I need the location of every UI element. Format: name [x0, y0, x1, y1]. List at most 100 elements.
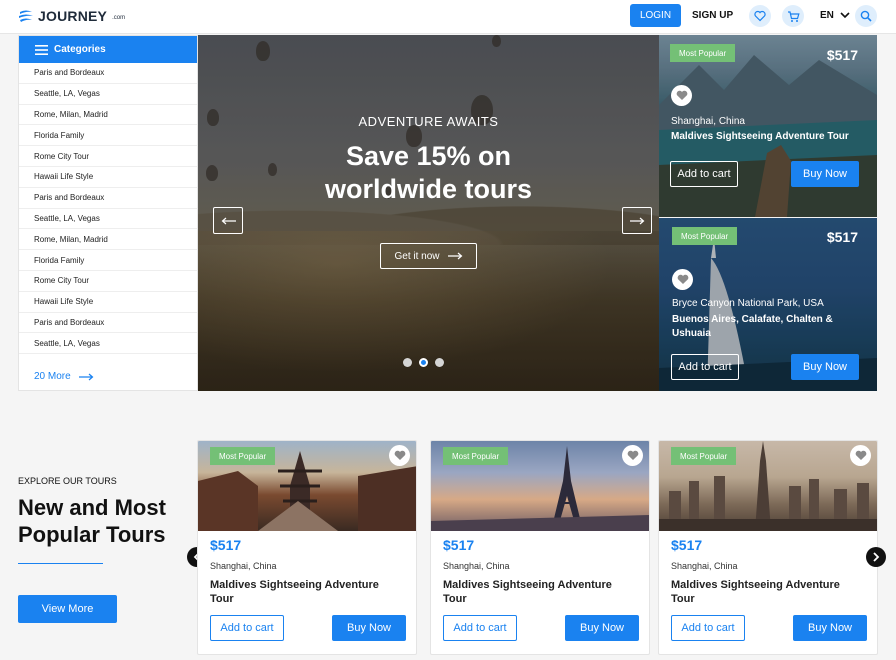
search-icon [860, 10, 872, 22]
add-to-cart-button[interactable]: Add to cart [671, 354, 739, 380]
most-popular-badge: Most Popular [443, 447, 509, 465]
arrow-right-icon [78, 373, 94, 380]
hero-title: Save 15% on worldwide tours [198, 140, 659, 206]
tour-card: Most Popular $517 Shanghai, China Maldiv… [430, 440, 650, 655]
favorite-button[interactable] [850, 445, 871, 466]
chevron-down-icon [840, 12, 850, 19]
hero-title-line2: worldwide tours [324, 174, 532, 204]
get-it-now-button[interactable]: Get it now [380, 243, 477, 269]
categories-sidebar: Categories Paris and Bordeaux Seattle, L… [18, 35, 198, 391]
add-to-cart-button[interactable]: Add to cart [210, 615, 284, 641]
favorite-button[interactable] [622, 445, 643, 466]
category-list: Paris and Bordeaux Seattle, LA, Vegas Ro… [19, 63, 197, 355]
promo-price: $517 [826, 229, 858, 245]
promo-card: Most Popular $517 Shanghai, China Maldiv… [659, 35, 877, 217]
logo[interactable]: JOURNEY .com [18, 6, 125, 26]
carousel-next-button[interactable] [866, 547, 886, 567]
category-item[interactable]: Florida Family [19, 250, 197, 271]
promo-tour-name: Maldives Sightseeing Adventure Tour [671, 131, 849, 142]
hero-kicker: ADVENTURE AWAITS [358, 114, 499, 129]
category-item[interactable]: Rome, Milan, Madrid [19, 105, 197, 126]
category-item[interactable]: Seattle, LA, Vegas [19, 333, 197, 355]
categories-title: Categories [54, 44, 106, 55]
heart-icon [676, 90, 687, 100]
most-popular-badge: Most Popular [672, 227, 738, 245]
tour-card: Most Popular $517 Shanghai, China Maldiv… [197, 440, 417, 655]
most-popular-badge: Most Popular [210, 447, 276, 465]
add-to-cart-button[interactable]: Add to cart [671, 615, 745, 641]
heart-icon [394, 450, 405, 460]
signup-link[interactable]: SIGN UP [692, 10, 733, 21]
add-to-cart-button[interactable]: Add to cart [443, 615, 517, 641]
language-label: EN [820, 10, 834, 21]
hero-banner: ADVENTURE AWAITS Save 15% on worldwide t… [198, 35, 659, 391]
buy-now-button[interactable]: Buy Now [332, 615, 406, 641]
hero-title-line1: Save 15% on [345, 141, 512, 171]
favorite-button[interactable] [672, 269, 693, 290]
slide-dot[interactable] [435, 358, 444, 367]
tour-card: Most Popular $517 Shanghai, China Maldiv… [658, 440, 878, 655]
heart-icon [627, 450, 638, 460]
chevron-right-icon [873, 552, 880, 562]
explore-title: New and Most Popular Tours [18, 495, 166, 547]
buy-now-button[interactable]: Buy Now [791, 161, 859, 187]
promo-card: Most Popular $517 Bryce Canyon National … [659, 218, 877, 391]
tour-price: $517 [443, 537, 475, 553]
slide-dot-active[interactable] [419, 358, 428, 367]
more-categories-label: 20 More [34, 371, 71, 382]
logo-text: JOURNEY [38, 8, 108, 24]
tour-price: $517 [671, 537, 703, 553]
heart-icon [677, 274, 688, 284]
most-popular-badge: Most Popular [670, 44, 736, 62]
buy-now-button[interactable]: Buy Now [791, 354, 859, 380]
view-more-button[interactable]: View More [18, 595, 117, 623]
promo-location: Shanghai, China [671, 116, 745, 127]
top-header: JOURNEY .com LOGIN SIGN UP EN [0, 0, 896, 34]
slide-dot[interactable] [403, 358, 412, 367]
promo-price: $517 [826, 47, 858, 63]
category-item[interactable]: Hawaii Life Style [19, 167, 197, 188]
heart-icon [754, 10, 766, 22]
buy-now-button[interactable]: Buy Now [793, 615, 867, 641]
arrow-right-icon [447, 252, 462, 260]
logo-suffix: .com [112, 14, 126, 21]
hero-prev-button[interactable] [213, 207, 243, 234]
search-button[interactable] [855, 5, 877, 27]
tour-name: Maldives Sightseeing Adventure Tour [671, 579, 840, 605]
get-it-now-label: Get it now [394, 250, 440, 262]
category-item[interactable]: Seattle, LA, Vegas [19, 209, 197, 230]
category-item[interactable]: Florida Family [19, 125, 197, 147]
tour-name: Maldives Sightseeing Adventure Tour [443, 579, 612, 605]
login-button[interactable]: LOGIN [630, 4, 681, 27]
hero-next-button[interactable] [622, 207, 652, 234]
tour-name: Maldives Sightseeing Adventure Tour [210, 579, 379, 605]
wishlist-button[interactable] [749, 5, 771, 27]
favorite-button[interactable] [389, 445, 410, 466]
category-item[interactable]: Rome City Tour [19, 271, 197, 292]
cart-icon [787, 10, 800, 22]
arrow-right-icon [629, 217, 644, 224]
more-categories-link[interactable]: 20 More [34, 371, 94, 382]
cart-button[interactable] [782, 5, 804, 27]
category-item[interactable]: Paris and Bordeaux [19, 313, 197, 334]
category-item[interactable]: Paris and Bordeaux [19, 188, 197, 209]
category-item[interactable]: Hawaii Life Style [19, 292, 197, 313]
language-selector[interactable]: EN [820, 10, 850, 21]
explore-kicker: EXPLORE OUR TOURS [18, 476, 117, 486]
category-item[interactable]: Paris and Bordeaux [19, 63, 197, 84]
add-to-cart-button[interactable]: Add to cart [670, 161, 738, 187]
buy-now-button[interactable]: Buy Now [565, 615, 639, 641]
hero-pagination [403, 358, 444, 367]
arrow-left-icon [221, 217, 236, 224]
favorite-button[interactable] [671, 85, 692, 106]
most-popular-badge: Most Popular [671, 447, 737, 465]
tour-location: Shanghai, China [671, 561, 738, 571]
tour-price: $517 [210, 537, 242, 553]
category-item[interactable]: Seattle, LA, Vegas [19, 84, 197, 105]
hero-overlay [198, 35, 659, 391]
categories-header[interactable]: Categories [19, 36, 197, 63]
promo-location: Bryce Canyon National Park, USA [672, 298, 824, 309]
category-item[interactable]: Rome, Milan, Madrid [19, 229, 197, 251]
tour-location: Shanghai, China [443, 561, 510, 571]
category-item[interactable]: Rome City Tour [19, 146, 197, 167]
